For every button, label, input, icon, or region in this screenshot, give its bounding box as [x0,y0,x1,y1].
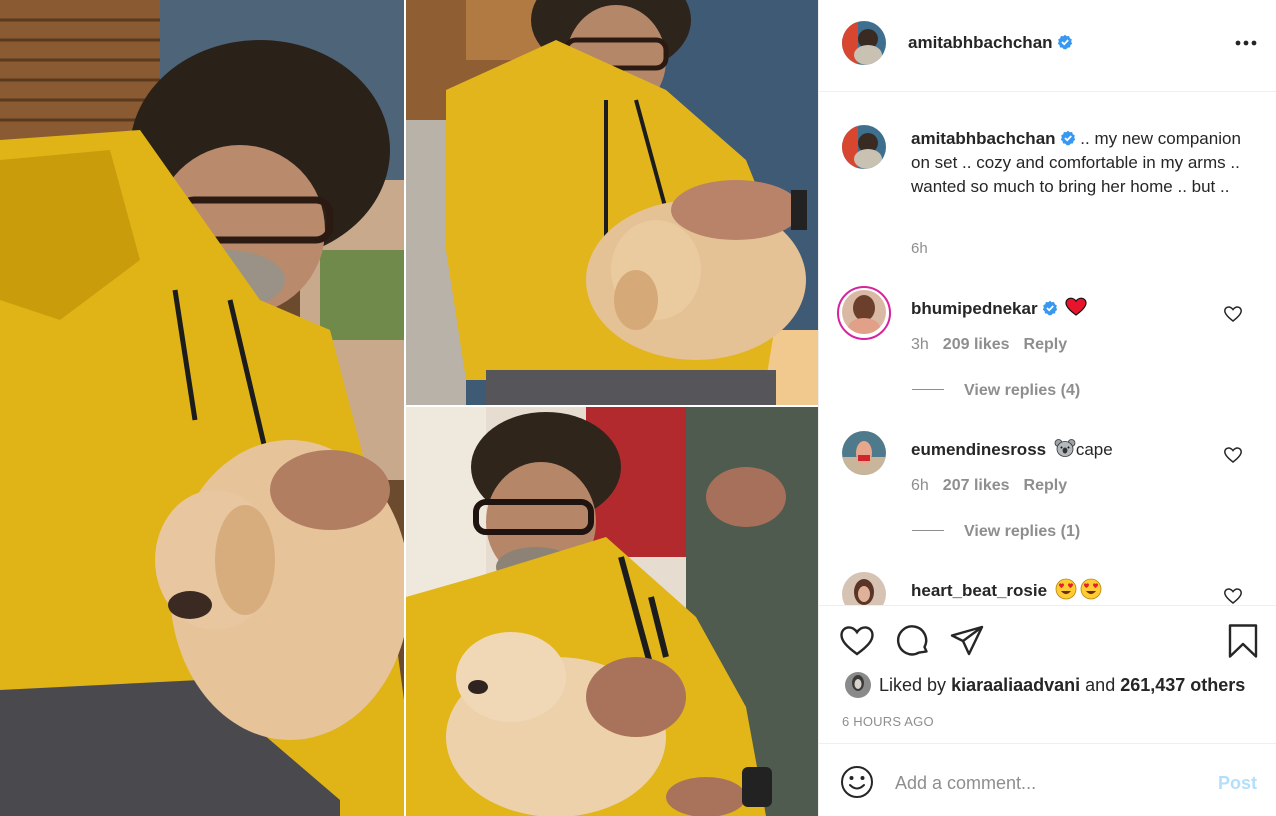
comment-text: eumendinesross cape [911,437,1113,460]
reply-button[interactable]: Reply [1024,336,1068,353]
comment-time[interactable]: 3h [911,336,929,353]
commenter-username[interactable]: heart_beat_rosie [911,581,1047,600]
reply-button[interactable]: Reply [1024,477,1068,494]
comment-meta: 3h 209 likes Reply [911,336,1081,354]
post-comment-button[interactable]: Post [1218,773,1257,794]
caption-username[interactable]: amitabhbachchan [911,129,1056,148]
comment-icon[interactable] [895,623,931,659]
more-horizontal-icon[interactable] [1233,30,1259,56]
commenter-username[interactable]: eumendinesross [911,440,1046,459]
view-replies-label[interactable]: View replies (1) [964,523,1080,540]
comment-likes[interactable]: 209 likes [943,336,1010,353]
heart-eyes-emoji-icon [1080,578,1102,600]
post-photo-collage[interactable] [0,0,818,816]
author-username[interactable]: amitabhbachchan [908,33,1053,52]
share-icon[interactable] [949,623,985,659]
comment-body: cape [1075,440,1113,459]
post-timestamp[interactable]: 6 HOURS AGO [842,714,934,729]
photo-man-holding-puppy-bottom-right [406,407,818,816]
commenter-avatar[interactable] [842,290,886,334]
liked-by-row: Liked by kiaraaliaadvani and 261,437 oth… [845,672,1245,698]
view-replies-button[interactable]: View replies (1) [912,523,1080,541]
like-comment-heart-icon[interactable] [1223,445,1243,465]
caption-timestamp[interactable]: 6h [911,240,928,257]
verified-badge-icon [1042,300,1057,316]
post-side-panel: amitabhbachchan amitabhbachchan .. my ne… [818,0,1276,816]
liked-by-username[interactable]: kiaraaliaadvani [951,675,1080,695]
liked-by-and: and [1085,675,1116,695]
like-comment-heart-icon[interactable] [1223,586,1243,605]
photo-man-holding-puppy-left [0,0,404,816]
view-replies-label[interactable]: View replies (4) [964,382,1080,399]
liked-by-others-count[interactable]: 261,437 others [1120,675,1245,695]
comment-time[interactable]: 6h [911,477,929,494]
bookmark-icon[interactable] [1225,623,1261,659]
comment-text: bhumipednekar [911,296,1087,319]
caption-author-avatar[interactable] [842,125,886,169]
like-comment-heart-icon[interactable] [1223,304,1243,324]
caption-text: amitabhbachchan .. my new companion on s… [911,127,1241,199]
view-replies-button[interactable]: View replies (4) [912,382,1080,400]
liker-avatar[interactable] [845,672,871,698]
commenter-avatar[interactable] [842,572,886,605]
comment-meta: 6h 207 likes Reply [911,477,1081,495]
emoji-smile-icon[interactable] [840,765,874,799]
author-username-row[interactable]: amitabhbachchan [908,33,1073,53]
comment-likes[interactable]: 207 likes [943,477,1010,494]
comments-list[interactable]: amitabhbachchan .. my new companion on s… [819,93,1276,605]
post-header: amitabhbachchan [819,0,1276,92]
add-comment-input[interactable] [895,768,1195,798]
heart-eyes-emoji-icon [1055,578,1077,600]
photo-man-holding-puppy-top-right [406,0,818,405]
replies-divider-line [912,389,944,390]
commenter-username[interactable]: bhumipednekar [911,299,1038,318]
post-actions: Liked by kiaraaliaadvani and 261,437 oth… [819,605,1276,743]
commenter-avatar[interactable] [842,431,886,475]
comment-text: heart_beat_rosie [911,578,1102,601]
red-heart-emoji-icon [1065,297,1087,316]
verified-badge-icon [1057,34,1072,50]
author-avatar[interactable] [842,21,886,65]
heart-icon[interactable] [839,623,875,659]
koala-emoji-icon [1054,439,1076,457]
verified-badge-icon [1060,130,1075,146]
add-comment-bar: Post [819,743,1276,816]
replies-divider-line [912,530,944,531]
liked-by-prefix: Liked by [879,675,947,695]
